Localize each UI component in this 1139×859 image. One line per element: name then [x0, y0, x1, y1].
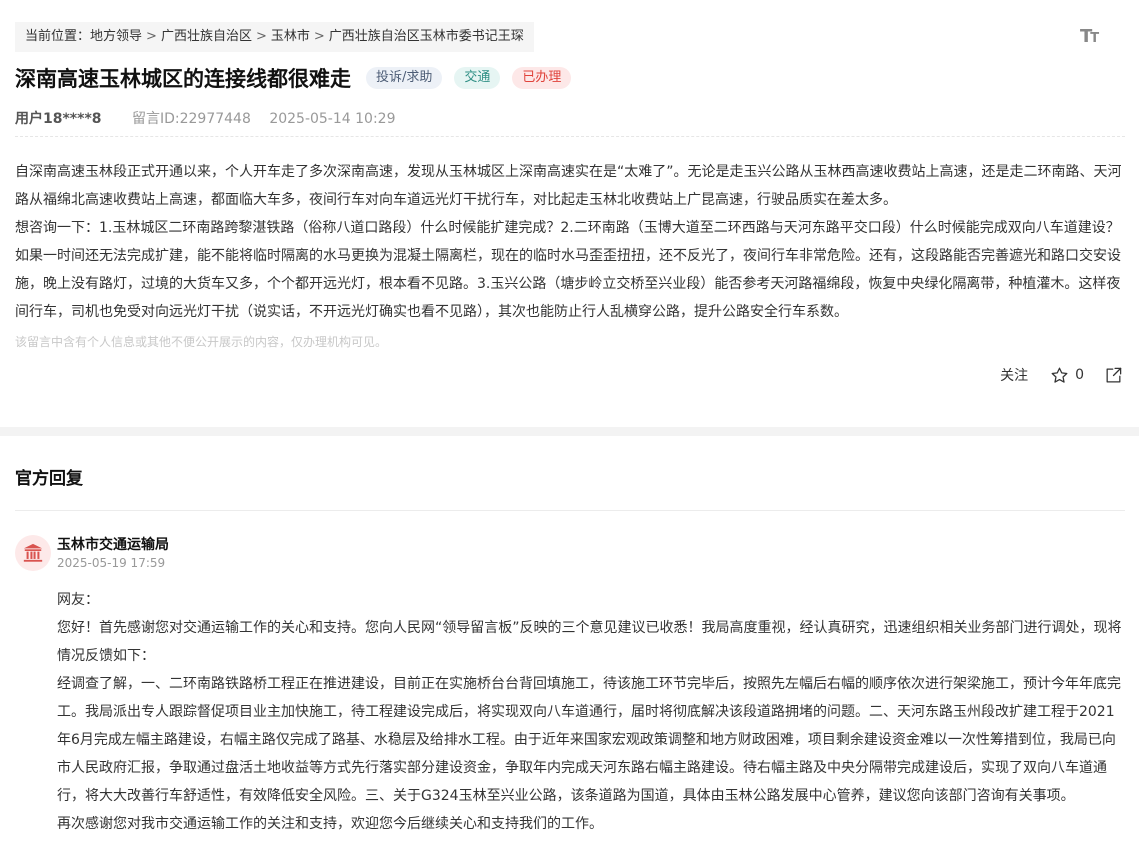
post-actions: 关注 0	[1000, 363, 1123, 387]
divider	[15, 510, 1125, 511]
reply-paragraph: 网友：	[57, 592, 99, 608]
breadcrumb-prefix: 当前位置：	[25, 29, 91, 44]
like-count: 0	[1075, 367, 1084, 383]
share-button[interactable]	[1104, 366, 1123, 385]
breadcrumb-item-local-leaders[interactable]: 地方领导	[90, 29, 142, 44]
post-content: 自深南高速玉林段正式开通以来，个人开车走了多次深南高速，发现从玉林城区上深南高速…	[15, 158, 1127, 326]
breadcrumb-item-secretary[interactable]: 广西壮族自治区玉林市委书记王琛	[329, 29, 524, 44]
post-paragraph: 自深南高速玉林段正式开通以来，个人开车走了多次深南高速，发现从玉林城区上深南高速…	[15, 164, 1122, 208]
breadcrumb-separator: >	[255, 29, 267, 44]
section-divider	[0, 427, 1139, 436]
post-datetime: 2025-05-14 10:29	[269, 111, 396, 127]
reply-paragraph: 您好！首先感谢您对交通运输工作的关心和支持。您向人民网“领导留言板”反映的三个意…	[57, 620, 1122, 664]
page-title: 深南高速玉林城区的连接线都很难走	[15, 67, 351, 91]
font-size-icon[interactable]: TT	[1080, 26, 1099, 47]
post-meta: 用户18****8 留言ID:22977448 2025-05-14 10:29	[15, 108, 395, 128]
avatar	[15, 535, 51, 571]
government-building-icon	[23, 543, 43, 562]
tag-traffic: 交通	[454, 67, 501, 89]
status-badge: 已办理	[512, 67, 572, 89]
breadcrumb-item-guangxi[interactable]: 广西壮族自治区	[161, 29, 252, 44]
divider	[15, 136, 1125, 137]
page: 当前位置：地方领导 > 广西壮族自治区 > 玉林市 > 广西壮族自治区玉林市委书记王琛 TT…	[0, 0, 1139, 859]
privacy-notice: 该留言中含有个人信息或其他不便公开展示的内容，仅办理机构可见。	[15, 335, 388, 349]
reply-paragraph: 再次感谢您对我市交通运输工作的关注和支持，欢迎您今后继续关心和支持我们的工作。	[57, 816, 603, 832]
post-paragraph: 想咨询一下：1.玉林城区二环南路跨黎湛铁路（俗称八道口路段）什么时候能扩建完成？…	[15, 220, 1121, 320]
follow-button[interactable]: 关注	[1000, 365, 1028, 385]
reply-content: 网友： 您好！首先感谢您对交通运输工作的关心和支持。您向人民网“领导留言板”反映…	[57, 586, 1127, 838]
reply-section-title: 官方回复	[15, 469, 83, 489]
star-icon	[1051, 367, 1068, 383]
tag-complaint: 投诉/求助	[366, 67, 443, 89]
breadcrumb-item-yulin[interactable]: 玉林市	[271, 29, 310, 44]
message-id: 留言ID:22977448	[131, 111, 251, 127]
like-button[interactable]: 0	[1050, 366, 1084, 385]
breadcrumb-separator: >	[146, 29, 157, 44]
title-row: 深南高速玉林城区的连接线都很难走 投诉/求助 交通 已办理	[15, 63, 583, 93]
reply-paragraph: 经调查了解，一、二环南路铁路桥工程正在推进建设，目前正在实施桥台台背回填施工，待…	[57, 676, 1121, 804]
breadcrumb-separator: >	[313, 29, 325, 44]
reply-datetime: 2025-05-19 17:59	[57, 556, 166, 570]
reply-org-name: 玉林市交通运输局	[57, 537, 169, 553]
share-icon	[1106, 367, 1122, 382]
breadcrumb: 当前位置：地方领导 > 广西壮族自治区 > 玉林市 > 广西壮族自治区玉林市委书记王琛	[15, 22, 534, 52]
user-name: 用户18****8	[15, 111, 102, 127]
